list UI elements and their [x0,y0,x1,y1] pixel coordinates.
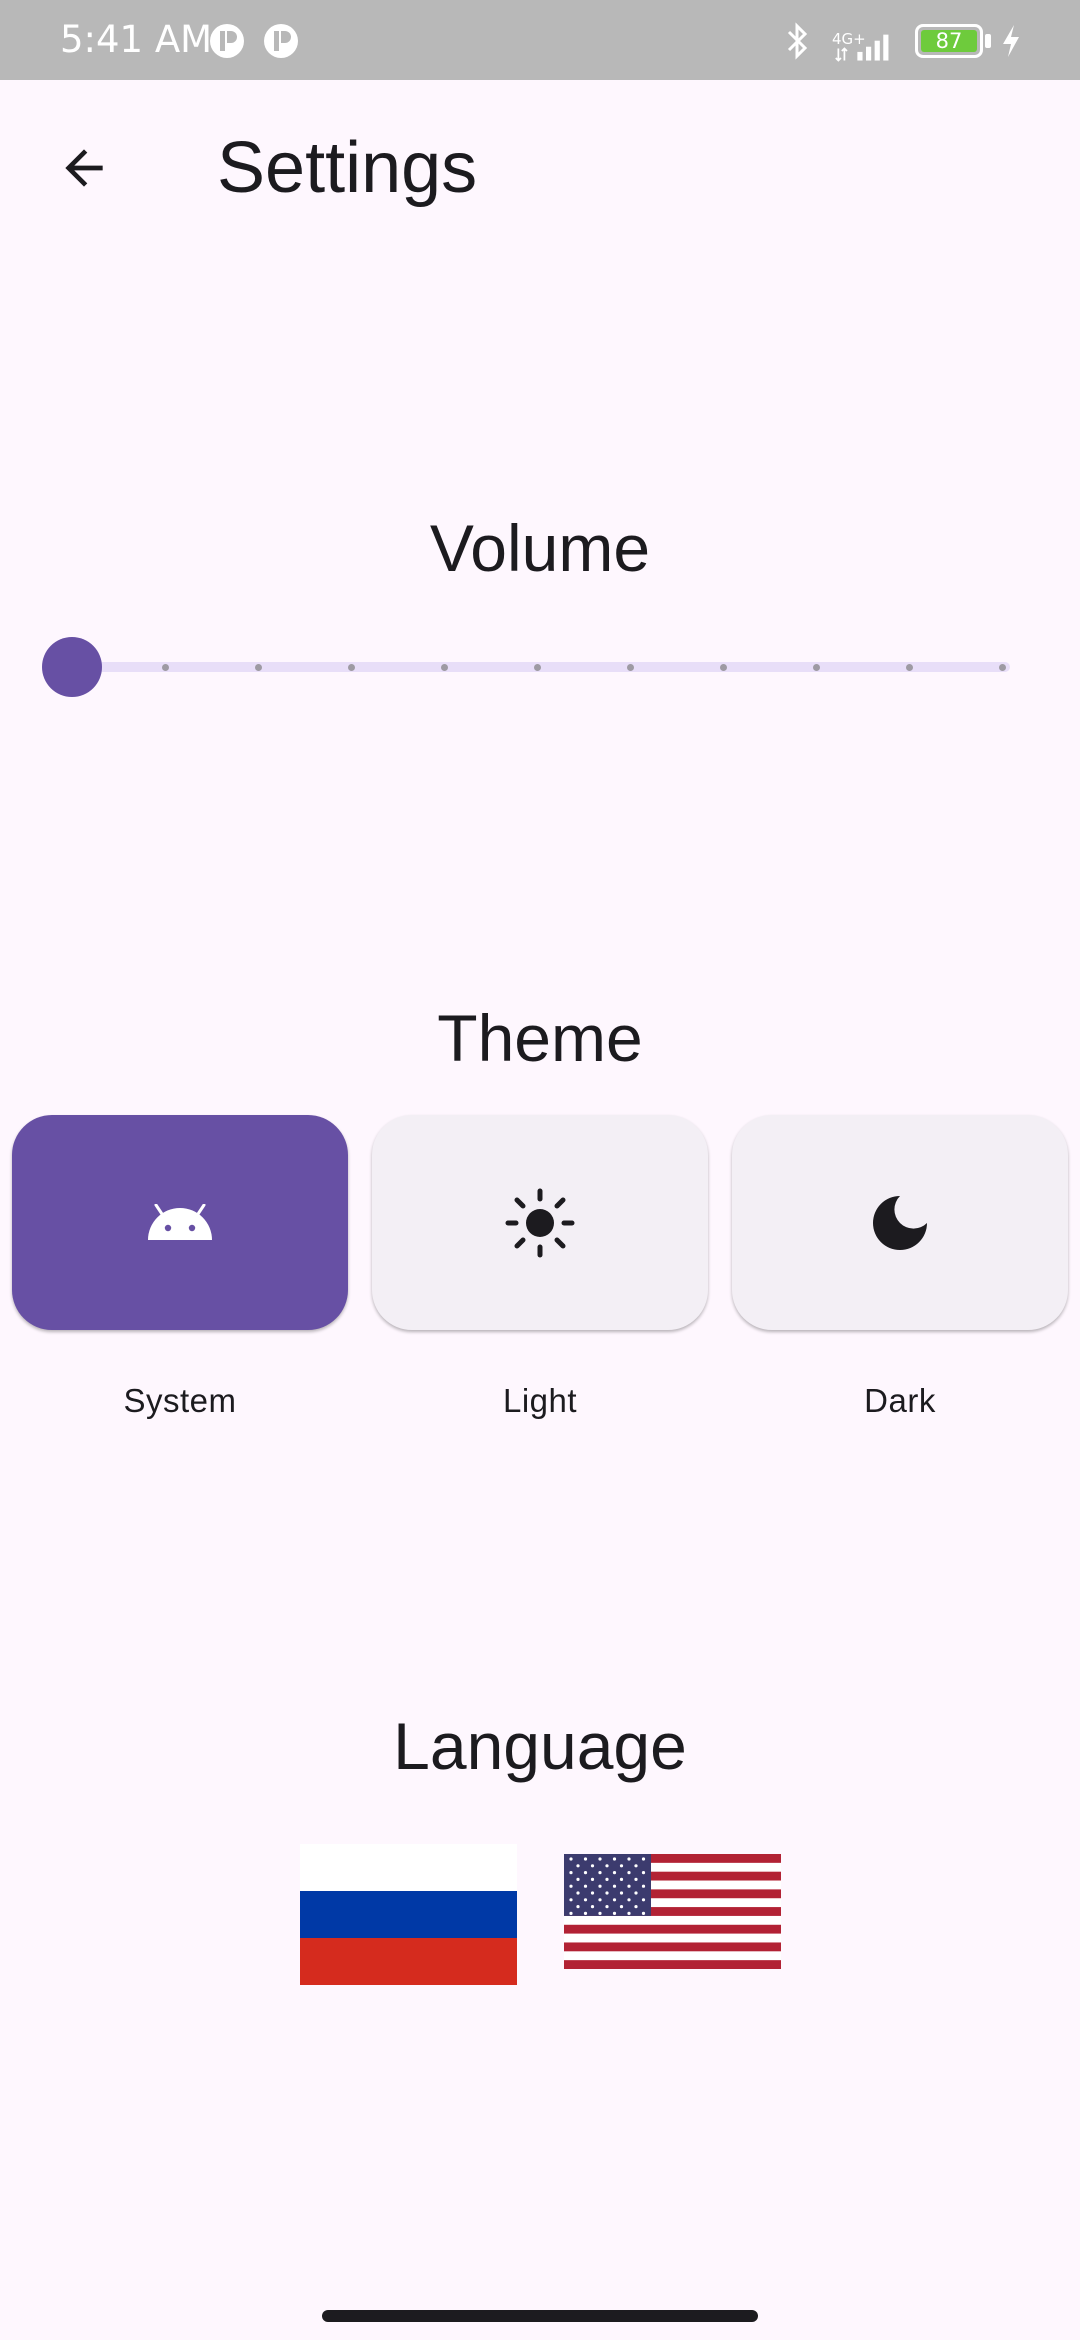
volume-title: Volume [429,511,651,585]
theme-option-dark[interactable]: Dark [732,1115,1068,1420]
android-icon [148,1203,212,1240]
language-title: Language [393,1709,687,1783]
slider-tick [534,664,541,671]
battery-nub [985,34,991,48]
slider-tick [441,664,448,671]
signal-icon [835,34,889,62]
theme-label-light: Light [502,1382,578,1419]
slider-thumb[interactable] [42,637,102,697]
theme-card-light[interactable] [372,1115,708,1330]
flag-russia-icon[interactable] [300,1844,517,1985]
slider-track [72,662,1010,672]
flag-usa-icon[interactable] [564,1854,781,1969]
page-title: Settings [217,128,478,208]
bluetooth-icon [787,22,808,60]
volume-slider[interactable] [42,636,1010,697]
slider-tick [906,664,913,671]
back-button[interactable] [36,120,132,216]
slider-tick [999,664,1006,671]
battery-icon: 87 [915,24,983,58]
status-time: 5:41 AM [60,18,213,61]
slider-tick [348,664,355,671]
sun-icon [505,1188,575,1257]
theme-card-system[interactable] [12,1115,348,1330]
slider-tick [162,664,169,671]
slider-tick [720,664,727,671]
notification-icon [210,24,244,58]
theme-card-dark[interactable] [732,1115,1068,1330]
moon-icon [873,1195,927,1250]
charging-icon [1003,25,1019,57]
theme-option-light[interactable]: Light [372,1115,708,1420]
slider-tick [813,664,820,671]
slider-tick [627,664,634,671]
theme-title: Theme [437,1001,643,1075]
notification-icon [264,24,298,58]
slider-tick [255,664,262,671]
home-indicator [322,2310,758,2322]
theme-label-dark: Dark [864,1382,936,1419]
battery-level: 87 [921,30,977,52]
status-bar: 5:41 AM 4G+ 87 [0,0,1080,80]
arrow-back-icon [65,149,103,187]
theme-option-system[interactable]: System [12,1115,348,1420]
theme-label-system: System [123,1382,237,1419]
